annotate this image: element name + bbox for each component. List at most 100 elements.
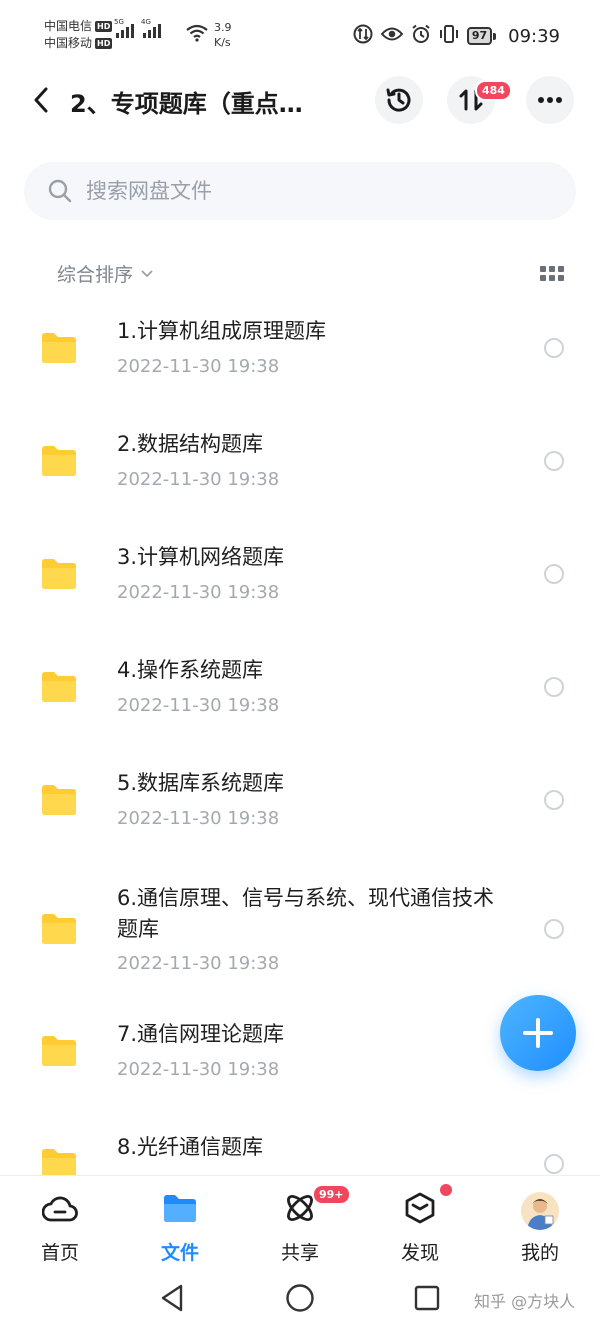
top-app-bar: 2、专项题库（重点… 484 — [0, 72, 600, 128]
network-speed-unit: K/s — [214, 36, 231, 49]
circle-home-icon — [286, 1284, 314, 1312]
sort-dropdown[interactable]: 综合排序 — [57, 260, 153, 287]
status-clock: 09:39 — [508, 25, 560, 47]
carrier-info: 中国电信 HD 中国移动 HD — [44, 18, 113, 52]
square-recents-icon — [414, 1285, 440, 1311]
file-date: 2022-11-30 19:38 — [117, 582, 280, 603]
discover-notification-dot — [440, 1184, 452, 1196]
transfer-list-button[interactable]: 484 — [447, 76, 512, 124]
search-input[interactable] — [86, 179, 526, 203]
nav-me-label: 我的 — [520, 1242, 559, 1264]
more-icon — [538, 97, 562, 103]
folder-icon — [42, 333, 76, 363]
history-icon — [386, 88, 411, 112]
nav-me[interactable]: 我的 — [480, 1176, 600, 1271]
select-checkbox[interactable] — [544, 338, 564, 358]
folder-icon — [42, 785, 76, 815]
more-button[interactable] — [526, 76, 574, 124]
system-recents-button[interactable] — [409, 1280, 445, 1316]
select-checkbox[interactable] — [544, 1154, 564, 1174]
cloud-icon — [42, 1190, 78, 1226]
hd-badge-2: HD — [95, 38, 113, 49]
folder-icon — [42, 1036, 76, 1066]
list-item[interactable]: 6.通信原理、信号与系统、现代通信技术题库 2022-11-30 19:38 — [0, 865, 600, 1003]
system-home-button[interactable] — [282, 1280, 318, 1316]
nav-discover[interactable]: 发现 — [360, 1176, 480, 1271]
search-bar[interactable] — [24, 162, 576, 220]
select-checkbox[interactable] — [544, 790, 564, 810]
vibrate-icon — [439, 24, 459, 48]
nav-home[interactable]: 首页 — [0, 1176, 120, 1271]
status-right-group: 97 09:39 — [353, 24, 560, 48]
cube-icon — [402, 1190, 438, 1226]
folder-icon — [42, 672, 76, 702]
file-name: 6.通信原理、信号与系统、现代通信技术题库 — [117, 886, 495, 941]
bottom-nav: 首页 文件 99+ 共享 发现 我的 — [0, 1175, 600, 1270]
share-badge: 99+ — [312, 1184, 351, 1205]
file-name: 7.通信网理论题库 — [117, 1022, 285, 1046]
search-icon — [48, 179, 72, 203]
back-icon — [34, 87, 48, 113]
file-date: 2022-11-30 19:38 — [117, 695, 280, 716]
folder-icon — [42, 1149, 76, 1175]
nav-files[interactable]: 文件 — [120, 1176, 240, 1271]
nav-files-label: 文件 — [160, 1242, 199, 1264]
history-button[interactable] — [375, 76, 423, 124]
page-title: 2、专项题库（重点… — [70, 90, 303, 118]
system-nav-bar: 知乎 @方块人 — [0, 1270, 600, 1327]
back-button[interactable] — [26, 82, 56, 118]
nav-share-label: 共享 — [280, 1242, 319, 1264]
file-name: 8.光纤通信题库 — [117, 1135, 264, 1159]
list-item[interactable]: 2.数据结构题库 2022-11-30 19:38 — [0, 413, 600, 526]
file-date: 2022-11-30 19:38 — [117, 808, 280, 829]
file-date: 2022-11-30 19:38 — [117, 356, 280, 377]
avatar — [521, 1192, 559, 1230]
select-checkbox[interactable] — [544, 564, 564, 584]
file-name: 1.计算机组成原理题库 — [117, 319, 327, 343]
list-item[interactable]: 3.计算机网络题库 2022-11-30 19:38 — [0, 526, 600, 639]
file-name: 3.计算机网络题库 — [117, 545, 285, 569]
alarm-icon — [411, 24, 431, 48]
signal-4g-tag: 4G — [141, 18, 151, 26]
hd-badge-1: HD — [95, 21, 113, 32]
file-name: 5.数据库系统题库 — [117, 771, 285, 795]
triangle-back-icon — [161, 1284, 183, 1312]
nav-home-label: 首页 — [40, 1242, 79, 1264]
eye-icon — [380, 26, 404, 46]
file-date: 2022-11-30 19:38 — [117, 469, 280, 490]
folder-icon — [42, 559, 76, 589]
system-back-button[interactable] — [154, 1280, 190, 1316]
folder-icon — [42, 446, 76, 476]
file-date: 2022-11-30 19:38 — [117, 1059, 280, 1080]
chevron-down-icon — [141, 269, 153, 277]
battery-level: 97 — [466, 27, 493, 45]
grid-view-icon[interactable] — [540, 266, 564, 282]
transfer-count-badge: 484 — [475, 80, 512, 101]
select-checkbox[interactable] — [544, 919, 564, 939]
network-speed-value: 3.9 — [214, 21, 232, 34]
file-name: 4.操作系统题库 — [117, 658, 264, 682]
folder-icon — [42, 914, 76, 944]
list-item[interactable]: 4.操作系统题库 2022-11-30 19:38 — [0, 639, 600, 752]
signal-4g-icon: 4G — [141, 18, 161, 38]
list-item[interactable]: 1.计算机组成原理题库 2022-11-30 19:38 — [0, 300, 600, 413]
select-checkbox[interactable] — [544, 677, 564, 697]
list-item[interactable]: 5.数据库系统题库 2022-11-30 19:38 — [0, 752, 600, 865]
signal-icons: 5G 4G — [114, 18, 161, 38]
carrier-2-label: 中国移动 — [44, 36, 93, 50]
nav-share[interactable]: 99+ 共享 — [240, 1176, 360, 1271]
data-transfer-icon — [353, 24, 373, 48]
plus-icon — [523, 1018, 553, 1048]
folder-filled-icon — [162, 1190, 198, 1226]
sort-label: 综合排序 — [57, 264, 134, 286]
select-checkbox[interactable] — [544, 451, 564, 471]
status-bar: 中国电信 HD 中国移动 HD 5G 4G 3.9 K/s 97 09:39 — [0, 0, 600, 70]
signal-5g-tag: 5G — [114, 18, 124, 26]
battery-icon: 97 — [466, 27, 497, 45]
add-fab-button[interactable] — [500, 995, 576, 1071]
list-item[interactable]: 8.光纤通信题库 — [0, 1116, 600, 1175]
nav-discover-label: 发现 — [400, 1242, 439, 1264]
file-name: 2.数据结构题库 — [117, 432, 264, 456]
carrier-1-label: 中国电信 — [44, 19, 93, 33]
file-date: 2022-11-30 19:38 — [117, 953, 280, 974]
